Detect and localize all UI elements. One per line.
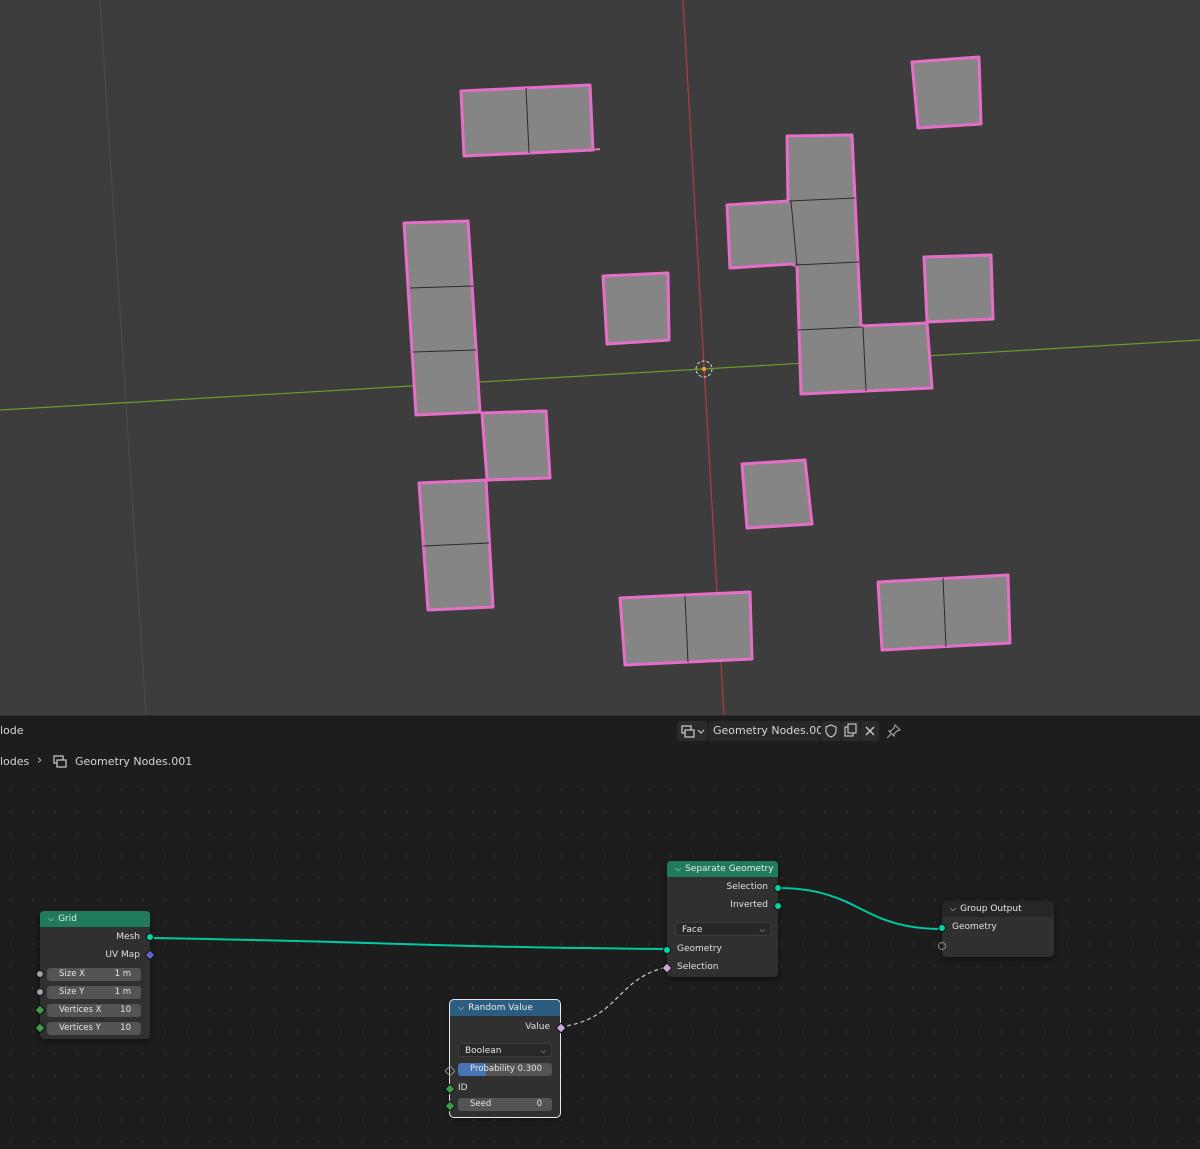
grid-node[interactable]: ⌵ Grid Mesh UV Map Size X 1 m Size Y 1 m … [34,911,156,1039]
vertices-x-label: Vertices X [59,1005,102,1015]
chevron-down-icon: ⌵ [759,926,765,934]
separate-geometry-title: Separate Geometry [685,864,774,874]
pin-button[interactable] [884,721,904,741]
domain-value: Face [682,925,703,935]
size-y-value: 1 m [114,987,131,997]
selection-output-socket[interactable] [774,884,782,892]
size-y-field[interactable]: Size Y 1 m [47,986,141,999]
vertices-y-field[interactable]: Vertices Y 10 [47,1022,141,1035]
size-x-field[interactable]: Size X 1 m [47,968,141,981]
chevron-down-icon: ⌵ [540,1047,546,1055]
node-group-name: Geometry Nodes.001 [713,724,831,737]
group-output-title: Group Output [960,904,1022,914]
id-input-label: ID [458,1083,468,1093]
mesh-output-socket[interactable] [146,933,154,941]
mesh-output-label: Mesh [116,932,140,942]
random-value-header[interactable]: ⌵ Random Value [450,1000,560,1016]
separate-geometry-node[interactable]: ⌵ Separate Geometry Selection Inverted Fa… [661,861,782,977]
face-group[interactable] [601,271,671,346]
duplicate-button[interactable] [842,721,860,741]
3d-viewport[interactable] [0,0,1200,715]
data-type-value: Boolean [465,1046,502,1056]
duplicate-icon [844,723,857,737]
breadcrumb-current[interactable]: Geometry Nodes.001 [75,755,192,769]
face-group[interactable] [480,409,552,482]
group-output-geometry-label: Geometry [952,922,997,932]
seed-value: 0 [536,1099,542,1109]
grid-node-title: Grid [58,914,77,924]
domain-dropdown[interactable]: Face ⌵ [675,922,771,936]
face-group[interactable] [402,219,482,417]
link-random-to-selection[interactable] [559,966,668,1028]
node-editor-canvas[interactable]: ⌵ Grid Mesh UV Map Size X 1 m Size Y 1 m … [0,779,1200,1149]
chevron-down-icon[interactable]: ⌵ [950,901,956,917]
breadcrumb-parent[interactable]: lodes [0,755,29,769]
chevron-down-icon[interactable]: ⌵ [458,1000,464,1016]
random-value-title: Random Value [468,1003,533,1013]
value-output-label: Value [525,1022,550,1032]
breadcrumb-separator-icon: › [37,753,43,768]
y-axis-line [0,339,1200,411]
editor-type-label[interactable]: lode [0,724,24,738]
selection-input-label: Selection [677,962,719,972]
inverted-output-socket[interactable] [774,902,782,910]
geometry-input-label: Geometry [677,944,722,954]
node-tree-icon [681,725,705,738]
link-mesh-to-geometry[interactable] [149,937,668,950]
probability-value: 0.300 [517,1064,542,1074]
random-value-node[interactable]: ⌵ Random Value Value Boolean ⌵ Probabilit… [444,999,567,1118]
grid-node-header[interactable]: ⌵ Grid [40,911,150,927]
vertices-x-field[interactable]: Vertices X 10 [47,1004,141,1017]
vertices-y-label: Vertices Y [59,1023,101,1033]
node-tree-browse-button[interactable] [677,721,707,741]
size-x-input-socket[interactable] [36,970,44,978]
data-type-dropdown[interactable]: Boolean ⌵ [458,1043,552,1057]
size-x-value: 1 m [114,969,131,979]
face-group[interactable] [725,133,934,396]
empty-input-socket[interactable] [938,942,946,950]
selection-output-label: Selection [726,882,768,892]
fake-user-button[interactable] [821,721,841,741]
node-tree-icon [53,755,67,768]
pin-icon [886,723,902,739]
group-output-node[interactable]: ⌵ Group Output Geometry [938,901,1054,957]
chevron-down-icon[interactable]: ⌵ [48,911,54,927]
node-group-name-field[interactable]: Geometry Nodes.001 [708,721,830,741]
vertices-x-value: 10 [120,1005,131,1015]
breadcrumb: lodes › Geometry Nodes.001 [0,745,1200,779]
seed-label: Seed [470,1099,492,1109]
inverted-output-label: Inverted [730,900,768,910]
mesh-faces[interactable] [402,55,1012,667]
probability-label: Probability [470,1064,515,1074]
size-x-label: Size X [59,969,85,979]
chevron-down-icon[interactable]: ⌵ [675,861,681,877]
unlink-button[interactable] [861,721,879,741]
node-editor-header: lode Geometry Nodes.001 [0,715,1200,746]
uv-map-output-label: UV Map [105,950,140,960]
link-selection-to-output[interactable] [777,887,943,930]
face-group[interactable] [922,253,995,324]
face-group[interactable] [740,458,814,530]
seed-field[interactable]: Seed 0 [458,1098,552,1111]
vertices-y-value: 10 [120,1023,131,1033]
floor-grid-line [99,0,147,715]
probability-slider[interactable]: Probability 0.300 [458,1063,552,1076]
face-group[interactable] [910,55,983,130]
shield-icon [825,724,837,738]
node-links [149,887,943,1028]
viewport-canvas [0,0,1200,715]
group-output-header[interactable]: ⌵ Group Output [942,901,1054,917]
separate-geometry-header[interactable]: ⌵ Separate Geometry [667,861,778,877]
size-y-label: Size Y [59,987,85,997]
close-icon [865,726,875,736]
size-y-input-socket[interactable] [36,988,44,996]
